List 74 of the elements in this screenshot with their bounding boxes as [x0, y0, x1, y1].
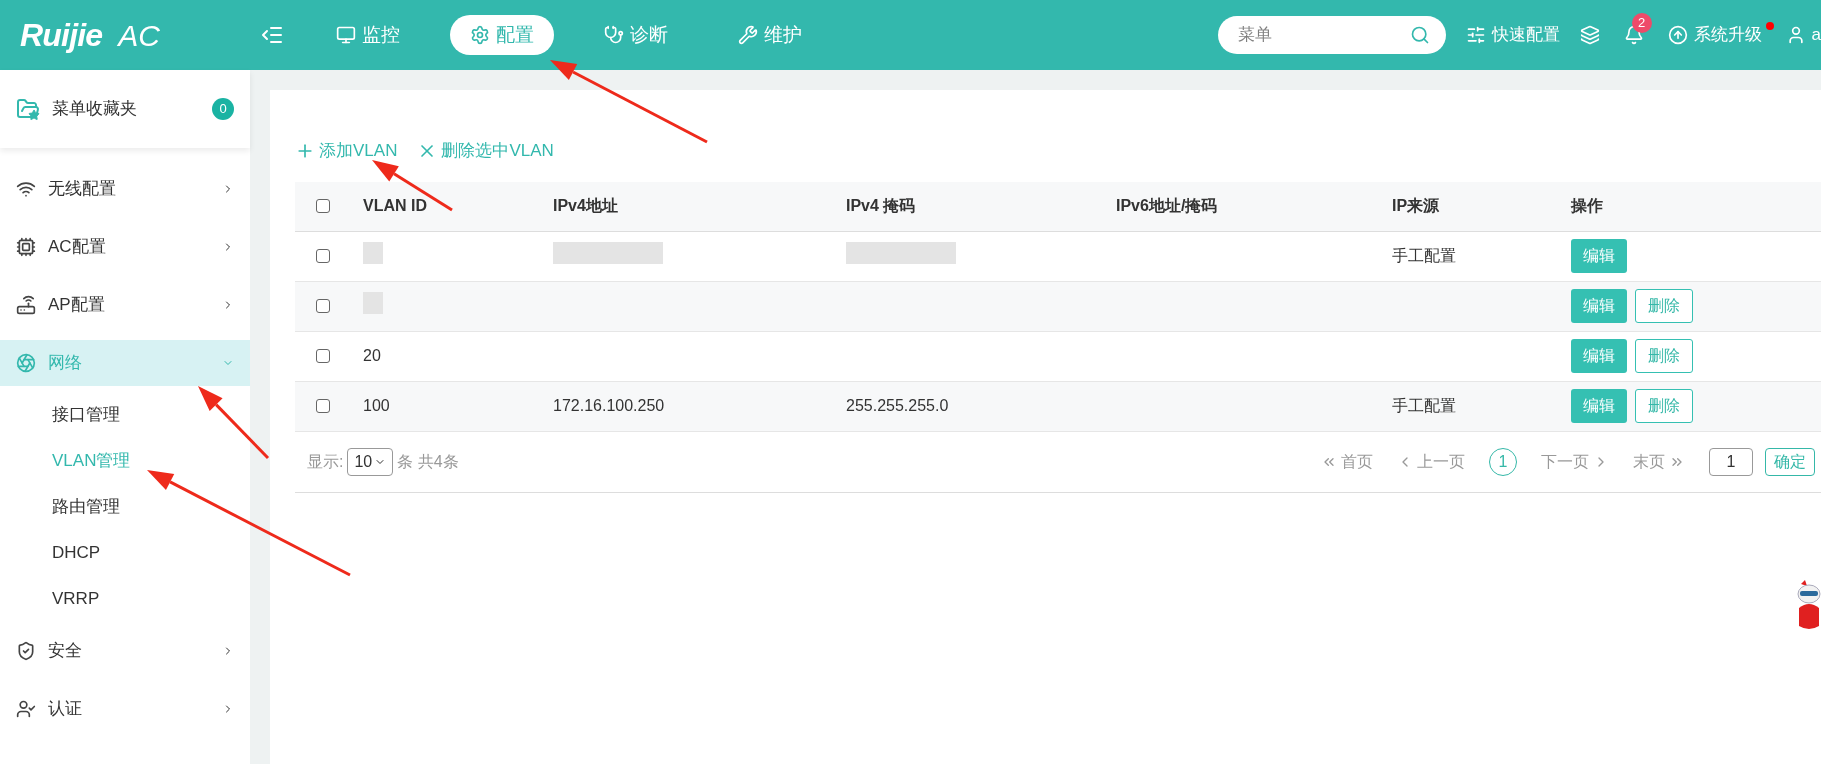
- column-header: IPv4地址: [553, 197, 618, 214]
- submenu-item[interactable]: DHCP: [0, 530, 250, 576]
- column-header: 操作: [1571, 197, 1603, 214]
- checkbox[interactable]: [316, 349, 330, 363]
- next-page-button[interactable]: 下一页: [1541, 449, 1609, 474]
- add-vlan-button[interactable]: 添加VLAN: [295, 138, 398, 164]
- page-size-select[interactable]: 10: [347, 447, 394, 476]
- gear-icon: [470, 25, 490, 45]
- sidebar-item[interactable]: AP配置: [0, 282, 250, 328]
- bell-icon[interactable]: [1623, 25, 1644, 45]
- checkbox[interactable]: [316, 299, 330, 313]
- user-name[interactable]: a: [1811, 22, 1821, 48]
- logo: Ruijie: [20, 16, 103, 55]
- first-page-button[interactable]: 首页: [1321, 449, 1373, 474]
- page-jump-field[interactable]: 1: [1709, 447, 1753, 476]
- folder-star-icon: [16, 97, 40, 121]
- wifi-icon: [16, 179, 36, 199]
- show-label: 显示:: [307, 451, 344, 472]
- search-icon: [1409, 25, 1430, 45]
- monitor-icon: [336, 25, 356, 45]
- favorites-item[interactable]: 菜单收藏夹 0: [0, 70, 250, 148]
- user-icon: [16, 699, 36, 719]
- notification-badge: 2: [1631, 13, 1652, 33]
- edit-button[interactable]: 编辑: [1571, 239, 1627, 273]
- sidebar-item[interactable]: 安全: [0, 628, 250, 674]
- delete-button[interactable]: 删除: [1635, 289, 1693, 323]
- nav-tab[interactable]: 监控: [316, 15, 420, 55]
- system-upgrade-button[interactable]: 系统升级: [1667, 22, 1762, 48]
- upgrade-icon: [1667, 25, 1688, 45]
- column-header: IPv4 掩码: [846, 197, 916, 214]
- tools-icon: [738, 25, 758, 45]
- nav-tab[interactable]: 维护: [718, 15, 822, 55]
- count-badge: 0: [212, 98, 234, 120]
- table-cell: 100: [363, 397, 390, 414]
- last-page-button[interactable]: 末页: [1633, 449, 1685, 474]
- sliders-icon: [1465, 25, 1486, 45]
- router-icon: [16, 295, 36, 315]
- column-header: IP来源: [1392, 197, 1440, 214]
- checkbox[interactable]: [316, 249, 330, 263]
- product-name: AC: [118, 17, 160, 54]
- confirm-button[interactable]: 确定: [1765, 447, 1815, 476]
- table-cell: 20: [363, 347, 381, 364]
- checkbox[interactable]: [316, 199, 330, 213]
- column-header: IPv6地址/掩码: [1116, 197, 1218, 214]
- previous-page-button[interactable]: 上一页: [1397, 449, 1465, 474]
- sidebar-item[interactable]: 无线配置: [0, 166, 250, 212]
- nav-tab[interactable]: 配置: [450, 15, 554, 55]
- checkbox[interactable]: [316, 399, 330, 413]
- table-cell: 手工配置: [1392, 397, 1456, 414]
- submenu-item[interactable]: 路由管理: [0, 484, 250, 530]
- submenu-item[interactable]: 接口管理: [0, 392, 250, 438]
- table-cell: 手工配置: [1392, 247, 1456, 264]
- search-field[interactable]: 菜单: [1217, 16, 1446, 54]
- total-count: 条 共4条: [397, 451, 459, 472]
- quick-config-button[interactable]: 快速配置: [1465, 22, 1560, 48]
- column-header: VLAN ID: [363, 197, 427, 214]
- sidebar-item[interactable]: AC配置: [0, 224, 250, 270]
- chip-icon: [16, 237, 36, 257]
- submenu-item[interactable]: VLAN管理: [0, 438, 250, 484]
- delete-button[interactable]: 删除: [1635, 339, 1693, 373]
- sidebar-item[interactable]: 网络: [0, 340, 250, 386]
- edit-button[interactable]: 编辑: [1571, 339, 1627, 373]
- stethoscope-icon: [604, 25, 624, 45]
- delete-selected-button[interactable]: 删除选中VLAN: [417, 138, 554, 164]
- sidebar-item[interactable]: 认证: [0, 686, 250, 732]
- table-cell: 172.16.100.250: [553, 397, 665, 414]
- edit-button[interactable]: 编辑: [1571, 389, 1627, 423]
- nav-tab[interactable]: 诊断: [584, 15, 688, 55]
- favorites-label: 菜单收藏夹: [52, 98, 138, 121]
- table-cell: 255.255.255.0: [846, 397, 949, 414]
- delete-button[interactable]: 删除: [1635, 389, 1693, 423]
- edit-button[interactable]: 编辑: [1571, 289, 1627, 323]
- submenu-item[interactable]: VRRP: [0, 576, 250, 622]
- shield-icon: [16, 641, 36, 661]
